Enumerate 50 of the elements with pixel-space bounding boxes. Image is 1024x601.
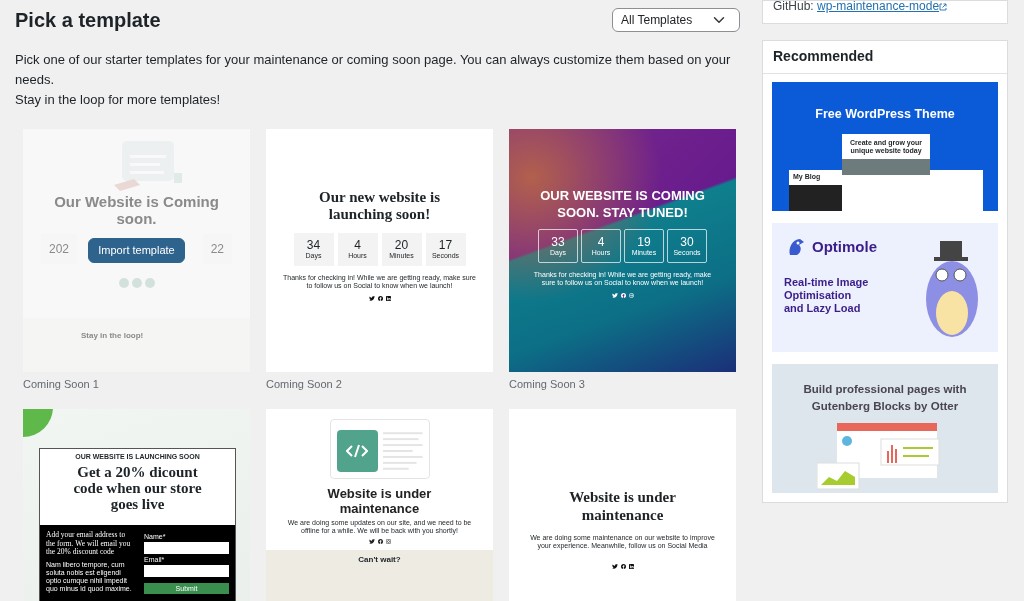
bird-icon bbox=[368, 296, 375, 301]
facebook-icon bbox=[377, 296, 383, 301]
recommended-title: Recommended bbox=[763, 41, 1007, 74]
bird-icon bbox=[368, 539, 375, 544]
code-icon bbox=[346, 444, 369, 458]
template-name: Coming Soon 2 bbox=[266, 377, 343, 392]
template-heading: Website is under maintenance bbox=[326, 486, 433, 516]
template-heading: Website is under maintenance bbox=[568, 488, 677, 524]
circle-icon bbox=[131, 278, 142, 288]
github-label: GitHub: bbox=[773, 0, 815, 13]
brand-name: Optimole bbox=[812, 237, 877, 257]
page-title: Pick a template bbox=[15, 8, 161, 32]
countdown-number: 4 bbox=[597, 235, 605, 249]
camera-icon bbox=[385, 539, 391, 544]
banner-title: Free WordPress Theme bbox=[814, 106, 956, 123]
ball-icon bbox=[628, 293, 634, 298]
banner-title: Build professional pages with Gutenberg Blocks by Otter bbox=[802, 382, 968, 414]
template-heading: Get a 20% dicount code when our store goes live bbox=[72, 464, 203, 512]
github-link[interactable]: wp-maintenance-mode bbox=[817, 0, 940, 13]
template-name: Coming Soon 1 bbox=[23, 377, 100, 392]
template-name: Coming Soon 3 bbox=[509, 377, 586, 392]
photo-placeholder bbox=[789, 185, 842, 211]
intro-text: Pick one of our starter templates for your maintenance or coming soon page. You can always customize them based on your needs. bbox=[15, 51, 732, 89]
template-footer-title: Stay in the loop! bbox=[81, 330, 145, 342]
template-heading: Our Website is Coming soon. bbox=[53, 193, 220, 227]
bird-icon bbox=[611, 293, 618, 298]
countdown-number: 30 bbox=[680, 235, 694, 249]
banner-title: Real-time Image Optimisation and Lazy Load bbox=[783, 275, 870, 315]
template-footer-title: Can't wait? bbox=[357, 554, 402, 566]
import-template-button[interactable]: Import template bbox=[88, 238, 185, 263]
countdown-number: 34 bbox=[306, 239, 321, 252]
circle-icon bbox=[144, 278, 155, 288]
external-link-icon bbox=[939, 2, 948, 11]
facebook-icon bbox=[377, 539, 383, 544]
countdown-number: 19 bbox=[637, 235, 651, 249]
circle-icon bbox=[118, 278, 129, 288]
linkedin-icon bbox=[628, 564, 634, 569]
countdown-number: 4 bbox=[354, 239, 361, 252]
linkedin-icon bbox=[385, 296, 391, 301]
countdown-number: 33 bbox=[551, 235, 565, 249]
text-lines-drawing bbox=[383, 430, 423, 472]
template-heading: Our new website is launching soon! bbox=[318, 189, 441, 223]
intro-text: Stay in the loop for more templates! bbox=[15, 91, 222, 109]
template-heading: OUR WEBSITE IS COMING SOON. STAY TUNED! bbox=[539, 187, 706, 221]
facebook-icon bbox=[620, 293, 626, 298]
countdown-number: 17 bbox=[438, 239, 453, 252]
countdown-number: 20 bbox=[394, 239, 409, 252]
facebook-icon bbox=[620, 564, 626, 569]
bird-icon bbox=[611, 564, 618, 569]
template-filter-select[interactable]: All Templates bbox=[612, 8, 740, 32]
